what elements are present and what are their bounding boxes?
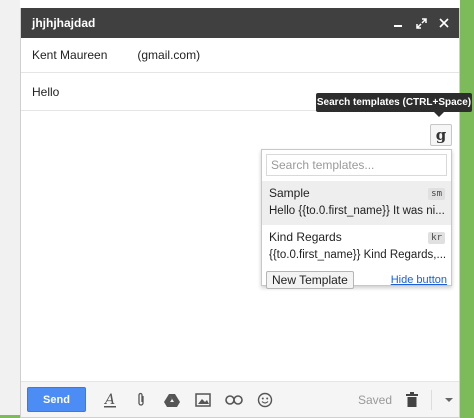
background-left [0,0,20,418]
minimize-icon[interactable] [391,16,405,30]
attach-icon[interactable] [131,390,150,410]
template-item[interactable]: Sample sm Hello {{to.0.first_name}} It w… [262,181,451,225]
search-templates-tooltip: Search templates (CTRL+Space) [316,93,472,117]
close-icon[interactable] [437,16,451,30]
text-format-icon[interactable]: A [100,390,119,410]
compose-toolbar: Send A Saved [21,381,459,417]
trash-icon[interactable] [402,390,421,410]
recipients-row[interactable]: Kent Maureen (gmail.com) [21,38,459,73]
more-options-icon[interactable] [440,390,459,410]
subject-text: Hello [32,84,60,99]
template-preview: {{to.0.first_name}} Kind Regards,... [269,249,445,261]
template-name: Kind Regards [269,230,342,244]
new-template-button[interactable]: New Template [266,271,354,289]
template-shortcut: kr [428,232,445,244]
templates-button[interactable]: g [430,124,452,146]
templates-dropdown: Sample sm Hello {{to.0.first_name}} It w… [261,149,452,289]
send-button[interactable]: Send [27,387,86,412]
template-name: Sample [269,186,310,200]
template-shortcut: sm [428,188,445,200]
saved-status: Saved [358,392,393,407]
emoji-icon[interactable] [255,390,274,410]
photo-icon[interactable] [193,390,212,410]
template-preview: Hello {{to.0.first_name}} It was ni... [269,205,445,217]
template-search-input[interactable] [266,154,447,176]
svg-text:A: A [103,392,115,408]
popout-icon[interactable] [414,16,428,30]
recipient-name: Kent Maureen [32,48,108,62]
background-right-strip [460,0,474,418]
toolbar-divider [431,389,432,410]
compose-title: jhjhjhajdad [32,16,96,30]
templates-footer: New Template Hide button [262,269,451,289]
recipient-email: (gmail.com) [137,48,201,62]
compose-titlebar[interactable]: jhjhjhajdad [21,8,459,38]
template-item[interactable]: Kind Regards kr {{to.0.first_name}} Kind… [262,225,451,269]
drive-icon[interactable] [162,390,181,410]
link-icon[interactable] [224,390,243,410]
hide-button-link[interactable]: Hide button [391,274,447,286]
